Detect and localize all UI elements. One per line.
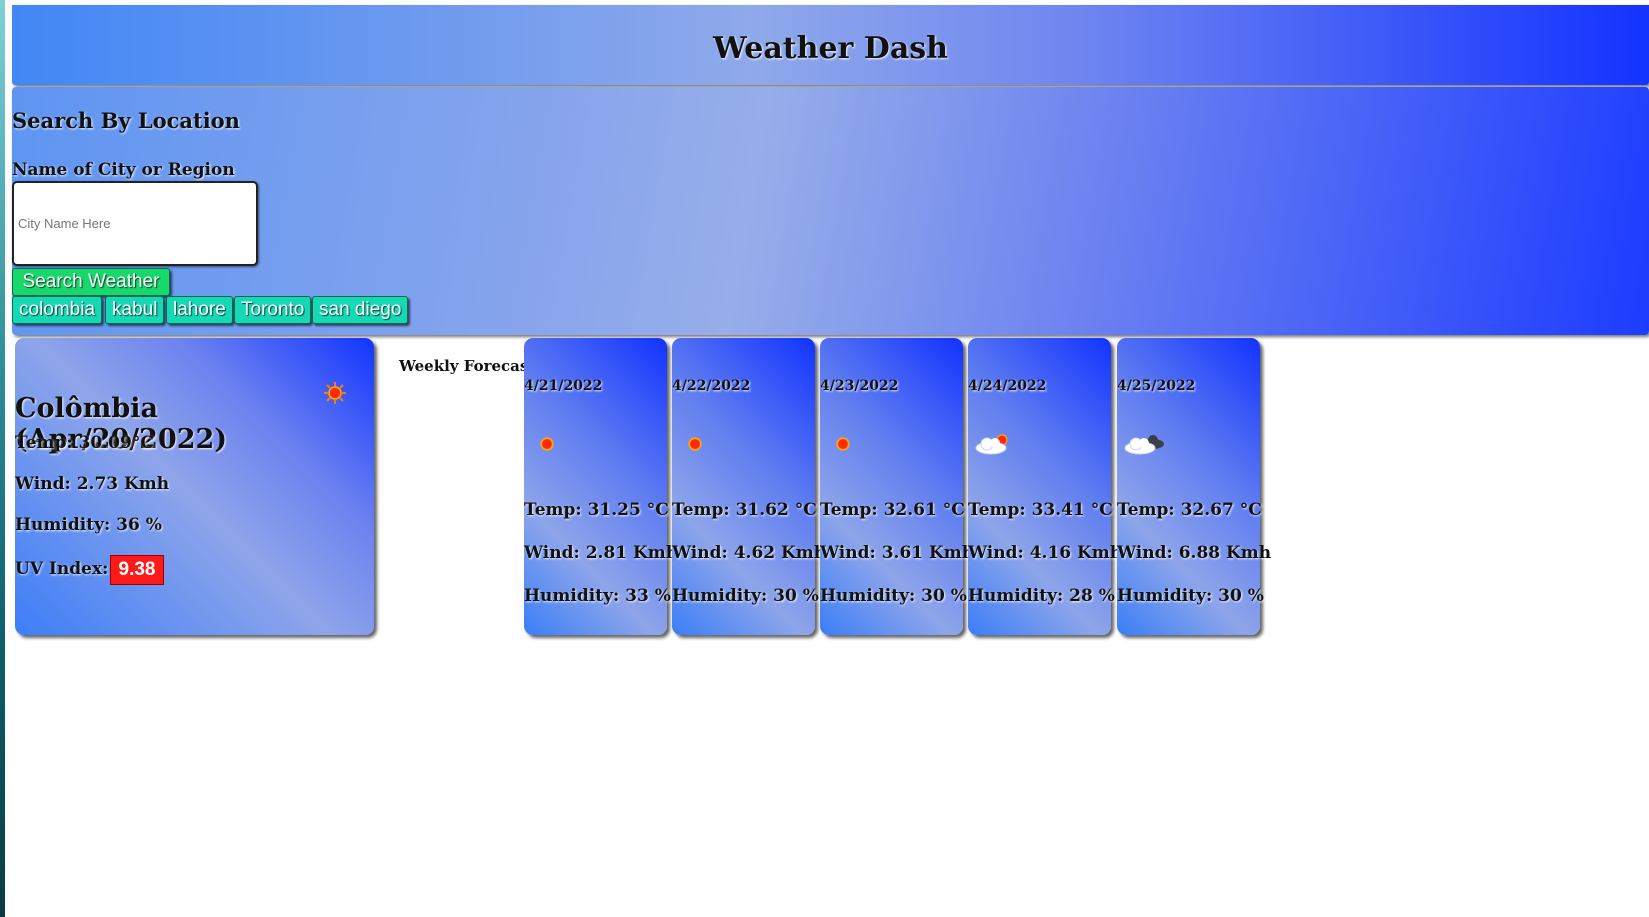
partly-cloudy-icon bbox=[975, 434, 1008, 455]
forecast-wind: Wind: 4.62 Kmh bbox=[672, 543, 827, 563]
sun-icon bbox=[540, 437, 554, 451]
forecast-wind: Wind: 4.16 Kmh bbox=[968, 543, 1123, 563]
search-weather-button[interactable]: Search Weather bbox=[12, 268, 170, 296]
uv-badge: 9.38 bbox=[110, 555, 164, 585]
forecast-date: 4/23/2022 bbox=[820, 378, 899, 394]
history-button-san-diego[interactable]: san diego bbox=[312, 296, 409, 324]
forecast-card: 4/25/2022 Temp: 32.67 °C Wind: 6.88 Kmh … bbox=[1117, 338, 1271, 635]
forecast-wind: Wind: 6.88 Kmh bbox=[1117, 543, 1272, 563]
forecast-wind: Wind: 2.81 Kmh bbox=[524, 543, 679, 563]
forecast-temp: Temp: 32.61 °C bbox=[820, 500, 965, 520]
forecast-date: 4/25/2022 bbox=[1117, 378, 1196, 394]
current-wind: Wind: 2.73 Kmh bbox=[15, 474, 170, 494]
forecast-temp: Temp: 31.62 °C bbox=[672, 500, 817, 520]
forecast-humidity: Humidity: 30 % bbox=[672, 586, 819, 606]
sun-icon bbox=[836, 437, 850, 451]
current-weather-card: Colômbia (Apr/20/2022) Temp: 30.09°C Win… bbox=[15, 338, 374, 635]
sun-icon bbox=[688, 437, 702, 451]
forecast-date: 4/24/2022 bbox=[968, 378, 1047, 394]
history-button-lahore[interactable]: lahore bbox=[166, 296, 233, 324]
forecast-humidity: Humidity: 30 % bbox=[1117, 586, 1264, 606]
forecast-card: 4/23/2022 Temp: 32.61 °C Wind: 3.61 Kmh … bbox=[820, 338, 974, 635]
forecast-temp: Temp: 32.67 °C bbox=[1117, 500, 1262, 520]
forecast-temp: Temp: 31.25 °C bbox=[524, 500, 669, 520]
city-label: Name of City or Region bbox=[12, 160, 235, 180]
forecast-date: 4/21/2022 bbox=[524, 378, 603, 394]
forecast-humidity: Humidity: 33 % bbox=[524, 586, 671, 606]
app-header: Weather Dash bbox=[12, 5, 1649, 85]
forecast-wind: Wind: 3.61 Kmh bbox=[820, 543, 975, 563]
forecast-card: 4/21/2022 Temp: 31.25 °C Wind: 2.81 Kmh … bbox=[524, 338, 678, 635]
search-heading: Search By Location bbox=[12, 108, 240, 133]
forecast-temp: Temp: 33.41 °C bbox=[968, 500, 1113, 520]
history-button-colombia[interactable]: colombia bbox=[12, 296, 103, 324]
uv-label: UV Index: bbox=[15, 559, 109, 579]
city-input[interactable] bbox=[12, 181, 258, 266]
forecast-date: 4/22/2022 bbox=[672, 378, 751, 394]
forecast-humidity: Humidity: 30 % bbox=[820, 586, 967, 606]
forecast-humidity: Humidity: 28 % bbox=[968, 586, 1115, 606]
forecast-card: 4/22/2022 Temp: 31.62 °C Wind: 4.62 Kmh … bbox=[672, 338, 826, 635]
search-panel: Search By Location Name of City or Regio… bbox=[12, 87, 1649, 335]
history-button-kabul[interactable]: kabul bbox=[105, 296, 165, 324]
forecast-card: 4/24/2022 Temp: 33.41 °C Wind: 4.16 Kmh … bbox=[968, 338, 1122, 635]
app-title: Weather Dash bbox=[713, 31, 948, 66]
current-temp: Temp: 30.09°C bbox=[15, 433, 154, 453]
desktop-edge bbox=[0, 0, 5, 917]
cloudy-icon bbox=[1124, 435, 1164, 455]
current-uv: UV Index: 9.38 bbox=[15, 555, 164, 585]
current-humidity: Humidity: 36 % bbox=[15, 515, 162, 535]
history-button-toronto[interactable]: Toronto bbox=[234, 296, 312, 324]
